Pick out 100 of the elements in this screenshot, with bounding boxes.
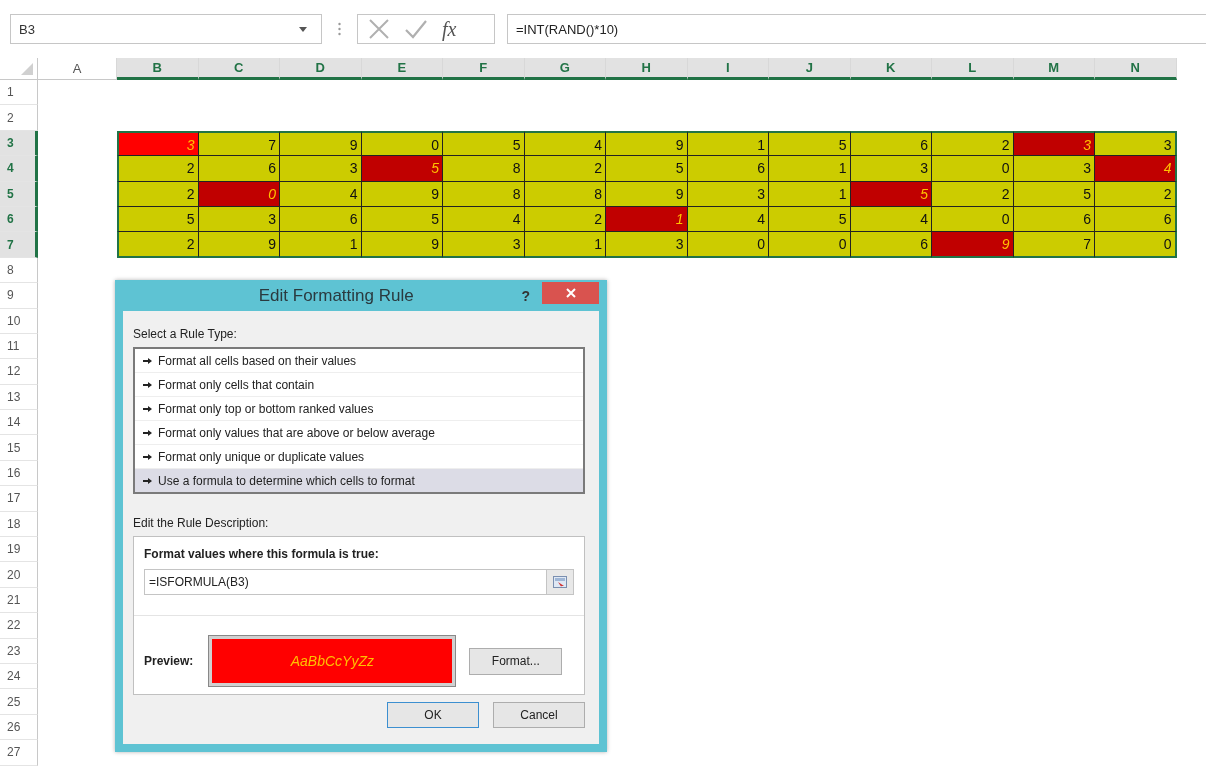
table-cell: 2 xyxy=(117,156,199,182)
row-header[interactable]: 20 xyxy=(0,562,38,588)
column-header[interactable]: B xyxy=(117,58,199,80)
format-button[interactable]: Format... xyxy=(469,647,563,675)
row-header[interactable]: 13 xyxy=(0,384,38,411)
table-cell: 5 xyxy=(361,156,443,182)
check-icon[interactable] xyxy=(404,19,428,39)
close-icon xyxy=(565,287,576,298)
column-header[interactable]: E xyxy=(361,58,443,80)
row-header[interactable]: 3 xyxy=(0,130,38,157)
table-cell: 2 xyxy=(524,156,606,182)
table-cell: 9 xyxy=(932,232,1014,258)
table-cell: 5 xyxy=(361,206,443,233)
column-header[interactable]: D xyxy=(280,58,362,80)
table-cell: 5 xyxy=(1013,181,1095,207)
table-cell: 3 xyxy=(606,232,688,258)
preview-label: Preview: xyxy=(144,654,194,668)
row-header[interactable]: 21 xyxy=(0,587,38,614)
dialog-button[interactable]: OK xyxy=(387,702,479,728)
row-header[interactable]: 1 xyxy=(0,80,38,106)
section-label: Edit the Rule Description: xyxy=(133,516,270,530)
table-cell: 2 xyxy=(524,206,606,233)
table-cell: 9 xyxy=(361,181,443,207)
row-header[interactable]: 18 xyxy=(0,511,38,538)
formula-label: Format values where this formula is true: xyxy=(144,547,380,561)
column-header[interactable]: K xyxy=(850,58,932,80)
help-button[interactable]: ? xyxy=(509,287,542,304)
select-all-icon[interactable] xyxy=(21,63,33,75)
row-header[interactable]: 26 xyxy=(0,714,38,741)
row-header[interactable]: 23 xyxy=(0,638,38,664)
grip-icon[interactable] xyxy=(338,22,341,36)
rule-type-item[interactable]: Format all cells based on their values xyxy=(135,349,583,373)
row-header[interactable]: 6 xyxy=(0,206,38,233)
row-header[interactable]: 27 xyxy=(0,740,38,766)
dialog-title: Edit Formatting Rule xyxy=(257,285,415,306)
column-header[interactable]: G xyxy=(524,58,606,80)
row-header[interactable]: 14 xyxy=(0,410,38,436)
column-header[interactable]: J xyxy=(769,58,851,80)
column-header[interactable]: F xyxy=(443,58,525,80)
row-header[interactable]: 4 xyxy=(0,156,38,182)
formula-field[interactable]: =INT(RAND()*10) xyxy=(507,14,1206,44)
formula-input[interactable]: =ISFORMULA(B3) xyxy=(144,569,546,595)
table-cell: 0 xyxy=(361,130,443,157)
column-header[interactable]: N xyxy=(1095,58,1177,80)
table-cell: 0 xyxy=(1095,232,1177,258)
name-box[interactable]: B3 xyxy=(10,14,322,44)
row-header[interactable]: 17 xyxy=(0,486,38,512)
table-cell: 1 xyxy=(769,156,851,182)
rule-type-item[interactable]: Format only top or bottom ranked values xyxy=(135,397,583,421)
row-header[interactable]: 9 xyxy=(0,283,38,309)
table-cell: 3 xyxy=(443,232,525,258)
row-header[interactable]: 24 xyxy=(0,664,38,690)
column-header[interactable]: H xyxy=(606,58,688,80)
table-cell: 5 xyxy=(117,206,199,233)
close-button[interactable] xyxy=(542,281,599,304)
table-cell: 5 xyxy=(850,181,932,207)
row-header[interactable]: 12 xyxy=(0,359,38,385)
table-cell: 2 xyxy=(932,130,1014,157)
table-cell: 6 xyxy=(850,130,932,157)
table-cell: 8 xyxy=(443,156,525,182)
row-header[interactable]: 25 xyxy=(0,689,38,715)
cancel-icon[interactable] xyxy=(368,18,390,40)
table-cell: 0 xyxy=(769,232,851,258)
row-header[interactable]: 22 xyxy=(0,613,38,639)
row-header[interactable]: 19 xyxy=(0,537,38,563)
row-header[interactable]: 5 xyxy=(0,181,38,207)
column-header[interactable]: L xyxy=(932,58,1014,80)
column-header[interactable]: C xyxy=(198,58,280,80)
row-header[interactable]: 8 xyxy=(0,257,38,284)
table-cell: 5 xyxy=(606,156,688,182)
row-header[interactable]: 10 xyxy=(0,308,38,334)
table-cell: 3 xyxy=(117,130,199,157)
rule-type-item[interactable]: Use a formula to determine which cells to format xyxy=(135,469,583,492)
rule-type-item[interactable]: Format only values that are above or below average xyxy=(135,421,583,445)
row-header[interactable]: 16 xyxy=(0,460,38,487)
insert-function-button[interactable]: fx xyxy=(442,17,457,41)
column-header[interactable]: A xyxy=(38,58,117,80)
rule-type-item[interactable]: Format only cells that contain xyxy=(135,373,583,397)
arrow-icon xyxy=(143,405,152,412)
table-cell: 4 xyxy=(524,130,606,157)
dialog-button[interactable]: Cancel xyxy=(493,702,585,728)
table-cell: 6 xyxy=(850,232,932,258)
arrow-icon xyxy=(143,429,152,436)
row-header[interactable]: 11 xyxy=(0,333,38,360)
table-cell: 5 xyxy=(769,206,851,233)
range-select-button[interactable] xyxy=(546,569,574,595)
row-header[interactable]: 15 xyxy=(0,435,38,461)
table-cell: 4 xyxy=(850,206,932,233)
column-header[interactable]: I xyxy=(687,58,769,80)
row-header[interactable]: 7 xyxy=(0,232,38,258)
table-cell: 1 xyxy=(769,181,851,207)
table-cell: 3 xyxy=(687,181,769,207)
table-cell: 2 xyxy=(117,181,199,207)
row-header[interactable]: 2 xyxy=(0,105,38,131)
table-cell: 0 xyxy=(932,206,1014,233)
table-cell: 9 xyxy=(280,130,362,157)
table-cell: 8 xyxy=(443,181,525,207)
table-cell: 9 xyxy=(198,232,280,258)
column-header[interactable]: M xyxy=(1013,58,1095,80)
table-cell: 3 xyxy=(850,156,932,182)
